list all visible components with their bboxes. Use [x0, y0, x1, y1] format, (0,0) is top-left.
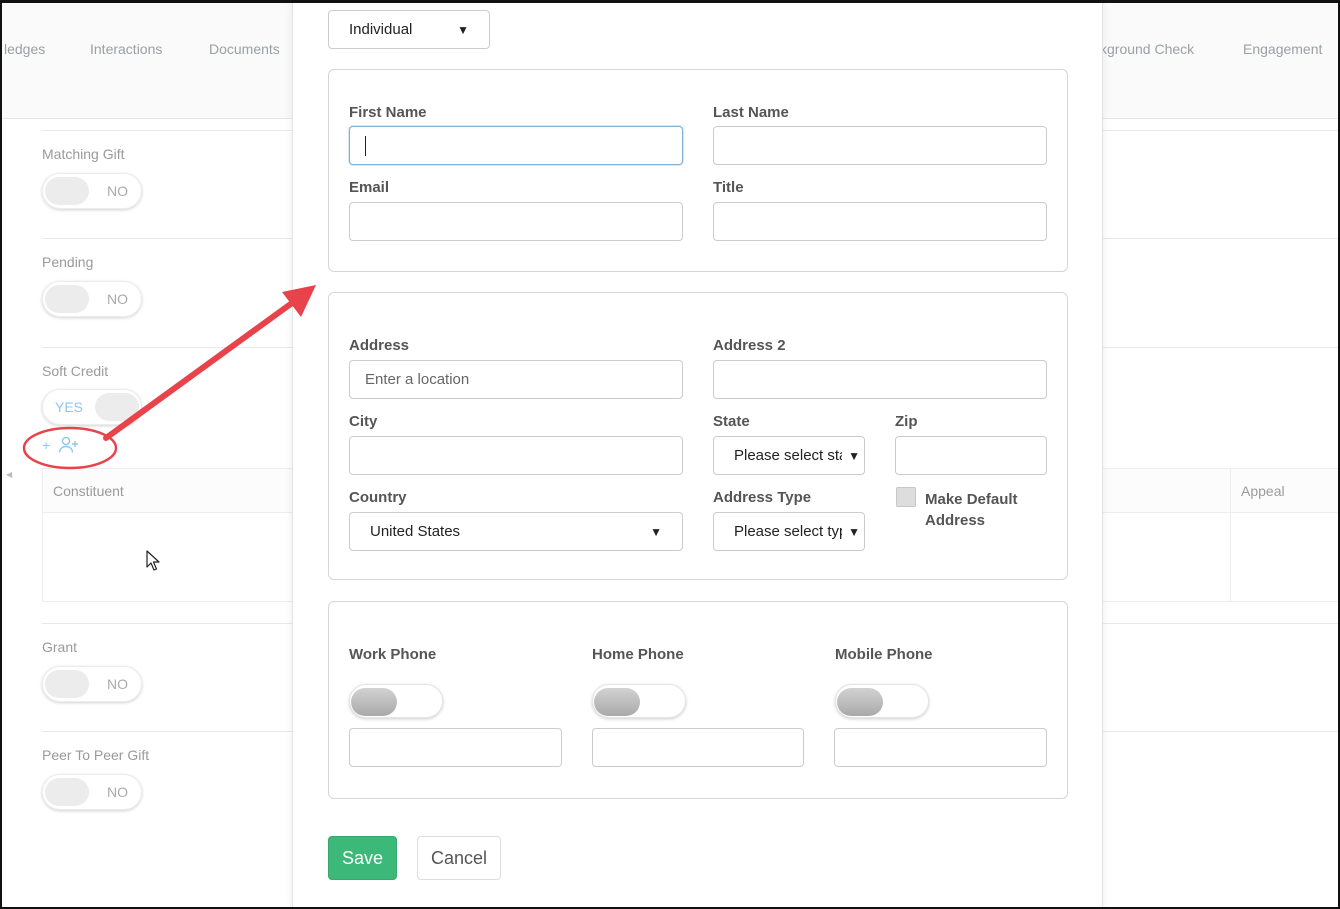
toggle-knob: [95, 393, 139, 421]
zip-input[interactable]: [895, 436, 1047, 475]
toggle-knob: [594, 688, 640, 716]
address-label: Address: [349, 337, 410, 354]
first-name-label: First Name: [349, 104, 427, 121]
chevron-down-icon: ▼: [848, 524, 860, 539]
toggle-state: NO: [107, 676, 128, 692]
home-phone-label: Home Phone: [592, 646, 684, 663]
title-label: Title: [713, 179, 744, 196]
save-button[interactable]: Save: [328, 836, 397, 880]
matching-gift-toggle[interactable]: NO: [42, 173, 142, 209]
zip-label: Zip: [895, 413, 918, 430]
tab-engagement[interactable]: Engagement: [1243, 41, 1322, 57]
matching-gift-label: Matching Gift: [42, 146, 125, 162]
toggle-state: NO: [107, 291, 128, 307]
soft-credit-toggle[interactable]: YES: [42, 389, 142, 425]
mobile-phone-input[interactable]: [834, 728, 1047, 767]
constituent-type-select[interactable]: Individual ▼: [328, 10, 490, 49]
tab-background-check[interactable]: kground Check: [1100, 41, 1194, 57]
make-default-address-label: Make Default Address: [925, 491, 1018, 529]
column-constituent: Constituent: [53, 483, 124, 499]
mobile-phone-label: Mobile Phone: [835, 646, 933, 663]
column-divider: [1230, 469, 1231, 512]
address-type-select[interactable]: Please select type ▼: [713, 512, 865, 551]
chevron-down-icon: ▼: [650, 524, 662, 539]
last-name-label: Last Name: [713, 104, 789, 121]
address-2-input[interactable]: [713, 360, 1047, 399]
tab-interactions[interactable]: Interactions: [90, 41, 162, 57]
city-input[interactable]: [349, 436, 683, 475]
phones-panel: Work Phone Home Phone Mobile Phone: [328, 601, 1068, 799]
work-phone-input[interactable]: [349, 728, 562, 767]
home-phone-input[interactable]: [592, 728, 804, 767]
grant-label: Grant: [42, 639, 78, 655]
address-2-label: Address 2: [713, 337, 786, 354]
add-user-icon: [58, 436, 79, 453]
toggle-knob: [45, 177, 89, 205]
toggle-state: YES: [55, 399, 84, 415]
mouse-cursor-icon: [146, 550, 160, 571]
make-default-address-checkbox[interactable]: [896, 487, 916, 507]
add-constituent-modal: Individual ▼ First Name Last Name Email …: [292, 3, 1103, 909]
title-input[interactable]: [713, 202, 1047, 241]
toggle-knob: [45, 670, 89, 698]
collapse-caret-icon[interactable]: ◀: [6, 470, 12, 479]
plus-icon: +: [42, 437, 51, 453]
home-phone-toggle[interactable]: [592, 684, 686, 718]
toggle-knob: [45, 285, 89, 313]
chevron-down-icon: ▼: [848, 448, 860, 463]
last-name-input[interactable]: [713, 126, 1047, 165]
toggle-knob: [837, 688, 883, 716]
email-label: Email: [349, 179, 390, 196]
text-caret: [365, 135, 366, 156]
add-soft-credit-button[interactable]: +: [42, 436, 80, 454]
work-phone-toggle[interactable]: [349, 684, 443, 718]
state-label: State: [713, 413, 750, 430]
grant-toggle[interactable]: NO: [42, 666, 142, 702]
address-type-label: Address Type: [713, 489, 812, 506]
select-value: United States: [370, 523, 461, 540]
country-label: Country: [349, 489, 407, 506]
state-select[interactable]: Please select state ▼: [713, 436, 865, 475]
personal-info-panel: First Name Last Name Email Title: [328, 69, 1068, 272]
pending-toggle[interactable]: NO: [42, 281, 142, 317]
mobile-phone-toggle[interactable]: [835, 684, 929, 718]
email-input[interactable]: [349, 202, 683, 241]
cancel-button[interactable]: Cancel: [417, 836, 501, 880]
toggle-knob: [351, 688, 397, 716]
toggle-state: NO: [107, 784, 128, 800]
select-value: Please select state: [734, 447, 842, 464]
city-label: City: [349, 413, 378, 430]
pending-label: Pending: [42, 254, 94, 270]
tab-pledges[interactable]: ledges: [4, 41, 45, 57]
country-select[interactable]: United States ▼: [349, 512, 683, 551]
soft-credit-label: Soft Credit: [42, 363, 109, 379]
column-divider: [1230, 513, 1231, 601]
toggle-knob: [45, 778, 89, 806]
chevron-down-icon: ▼: [457, 22, 469, 37]
address-input[interactable]: Enter a location: [349, 360, 683, 399]
column-appeal: Appeal: [1241, 483, 1285, 499]
select-value: Individual: [349, 21, 413, 38]
first-name-input[interactable]: [349, 126, 683, 165]
address-panel: Address Enter a location Address 2 City …: [328, 292, 1068, 580]
select-value: Please select type: [734, 523, 842, 540]
peer-to-peer-gift-label: Peer To Peer Gift: [42, 747, 150, 763]
work-phone-label: Work Phone: [349, 646, 437, 663]
peer-to-peer-gift-toggle[interactable]: NO: [42, 774, 142, 810]
address-placeholder: Enter a location: [365, 371, 470, 388]
toggle-state: NO: [107, 183, 128, 199]
tab-documents[interactable]: Documents: [209, 41, 280, 57]
